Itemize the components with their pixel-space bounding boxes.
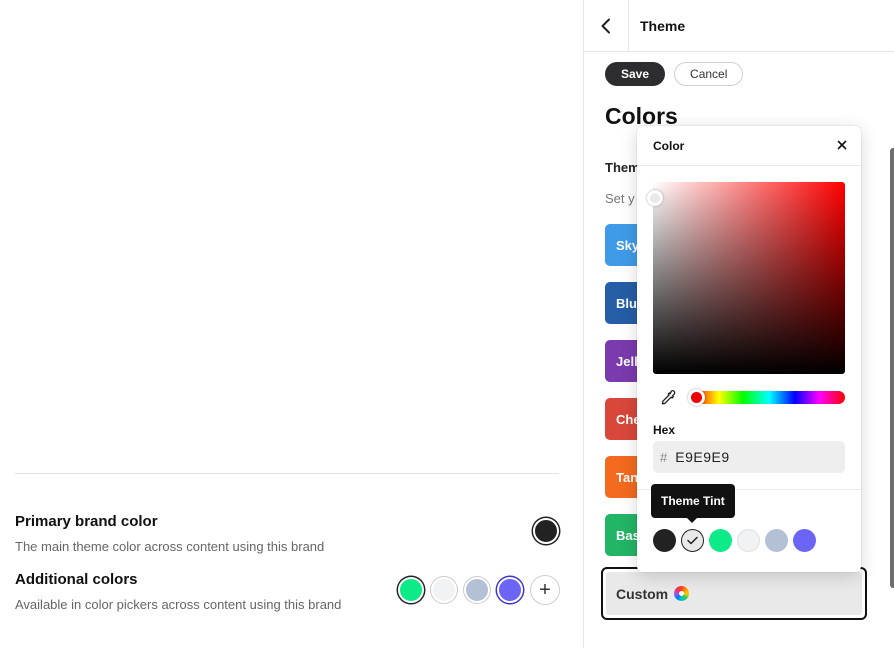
primary-brand-color-row: Primary brand color The main theme color… <box>15 512 560 556</box>
custom-theme-label: Custom <box>616 585 669 602</box>
picker-swatch-list <box>653 529 816 552</box>
picker-swatch-violet[interactable] <box>793 529 816 552</box>
panel-header: Theme <box>584 0 894 52</box>
hex-hash-prefix: # <box>660 449 668 465</box>
hex-label: Hex <box>653 423 676 437</box>
action-row: Save Cancel <box>605 62 744 86</box>
additional-color-swatch[interactable] <box>464 577 490 603</box>
custom-theme-option[interactable]: Custom <box>601 567 867 620</box>
eyedropper-button[interactable] <box>659 389 677 407</box>
color-picker-popover: Color Hex # Theme Tint <box>637 126 861 572</box>
scrollbar[interactable] <box>890 148 894 588</box>
add-color-button[interactable]: + <box>530 575 560 605</box>
additional-color-swatches: + <box>398 575 560 605</box>
primary-color-swatch[interactable] <box>533 518 559 544</box>
color-wheel-icon <box>674 586 690 601</box>
picker-swatch-dark[interactable] <box>653 529 676 552</box>
hex-input[interactable] <box>675 449 826 465</box>
back-button[interactable] <box>584 0 629 52</box>
theme-sub-description: Set y <box>605 191 635 206</box>
color-picker-title: Color <box>653 138 685 153</box>
cancel-button[interactable]: Cancel <box>674 62 744 86</box>
theme-card-label: Blu <box>616 295 637 311</box>
picker-swatch-off-white[interactable] <box>737 529 760 552</box>
picker-swatch-slate[interactable] <box>765 529 788 552</box>
picker-swatch-theme-tint[interactable] <box>681 529 704 552</box>
save-button[interactable]: Save <box>605 62 666 86</box>
additional-color-swatch[interactable] <box>431 577 457 603</box>
eyedropper-icon <box>661 390 676 405</box>
custom-theme-inner: Custom <box>606 572 862 615</box>
plus-icon: + <box>539 579 551 601</box>
picker-swatch-green[interactable] <box>709 529 732 552</box>
checkmark-icon <box>687 536 698 545</box>
panel-title: Theme <box>640 17 686 34</box>
hex-field[interactable]: # <box>653 441 845 473</box>
primary-brand-color-title: Primary brand color <box>15 513 158 530</box>
hue-slider-handle[interactable] <box>688 389 705 406</box>
theme-card-label: Tan <box>616 469 639 485</box>
additional-colors-row: Additional colors Available in color pic… <box>15 570 560 614</box>
primary-brand-swatches <box>533 518 559 544</box>
theme-card-label: Sky <box>616 237 640 253</box>
close-icon <box>837 140 847 150</box>
swatch-tooltip: Theme Tint <box>651 484 735 523</box>
hue-slider[interactable] <box>688 389 845 406</box>
saturation-value-handle[interactable] <box>647 190 663 206</box>
theme-card-label: Jell <box>616 353 638 369</box>
close-button[interactable] <box>837 138 847 153</box>
color-picker-header: Color <box>637 126 861 166</box>
chevron-left-icon <box>601 18 610 33</box>
additional-color-swatch[interactable] <box>398 577 424 603</box>
saturation-value-area[interactable] <box>647 182 845 374</box>
additional-color-swatch[interactable] <box>497 577 523 603</box>
primary-brand-color-description: The main theme color across content usin… <box>15 539 325 554</box>
brand-divider <box>15 473 559 474</box>
